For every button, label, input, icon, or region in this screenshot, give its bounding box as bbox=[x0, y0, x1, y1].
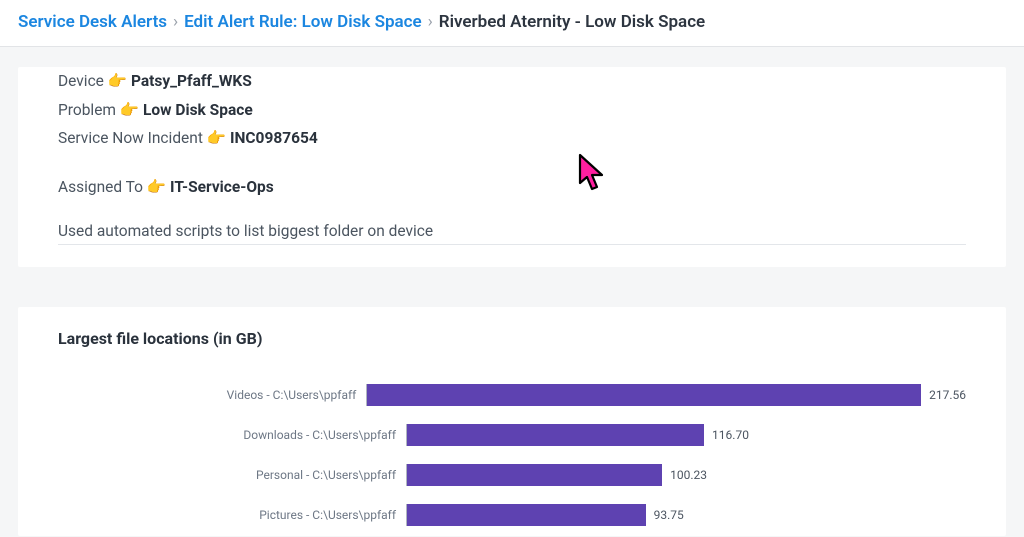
breadcrumb-l3: Riverbed Aternity - Low Disk Space bbox=[439, 12, 705, 32]
bar-track: 217.56 bbox=[366, 384, 966, 406]
detail-assigned: Assigned To 👉 IT-Service-Ops bbox=[58, 173, 966, 202]
bar-label: Videos - C:\Users\ppfaff bbox=[58, 388, 366, 402]
bar-row: Videos - C:\Users\ppfaff 217.56 bbox=[58, 384, 966, 406]
detail-problem-value: Low Disk Space bbox=[143, 101, 253, 119]
pointing-hand-icon: 👉 bbox=[207, 124, 226, 153]
detail-incident-label: Service Now Incident bbox=[58, 129, 203, 147]
chart-title: Largest file locations (in GB) bbox=[58, 329, 966, 348]
bar-track: 100.23 bbox=[406, 464, 966, 486]
chart-area: Videos - C:\Users\ppfaff 217.56 Downloads … bbox=[58, 376, 966, 526]
detail-device-value: Patsy_Pfaff_WKS bbox=[131, 72, 252, 90]
pointing-hand-icon: 👉 bbox=[120, 96, 139, 125]
bar-track: 116.70 bbox=[406, 424, 966, 446]
bar-label: Pictures - C:\Users\ppfaff bbox=[58, 508, 406, 522]
pointing-hand-icon: 👉 bbox=[108, 67, 127, 96]
divider bbox=[58, 244, 966, 245]
chart-card: Largest file locations (in GB) Videos - … bbox=[18, 307, 1006, 536]
bar-fill bbox=[407, 504, 646, 526]
bar-label: Downloads - C:\Users\ppfaff bbox=[58, 428, 406, 442]
bar-fill bbox=[367, 384, 921, 406]
bar-value: 217.56 bbox=[929, 388, 966, 402]
bar-fill bbox=[407, 464, 662, 486]
bar-value: 116.70 bbox=[712, 428, 749, 442]
detail-assigned-label: Assigned To bbox=[58, 178, 143, 196]
content-panel: Device 👉 Patsy_Pfaff_WKS Problem 👉 Low D… bbox=[0, 47, 1024, 536]
breadcrumb: Service Desk Alerts › Edit Alert Rule: L… bbox=[0, 0, 1024, 47]
pointing-hand-icon: 👉 bbox=[147, 173, 166, 202]
bar-fill bbox=[407, 424, 704, 446]
breadcrumb-l2[interactable]: Edit Alert Rule: Low Disk Space bbox=[184, 12, 422, 32]
bar-value: 93.75 bbox=[654, 508, 684, 522]
detail-problem-label: Problem bbox=[58, 101, 116, 119]
bar-row: Pictures - C:\Users\ppfaff 93.75 bbox=[58, 504, 966, 526]
chevron-right-icon: › bbox=[173, 12, 178, 32]
detail-note: Used automated scripts to list biggest f… bbox=[58, 222, 966, 244]
detail-problem: Problem 👉 Low Disk Space bbox=[58, 96, 966, 125]
bar-track: 93.75 bbox=[406, 504, 966, 526]
detail-device: Device 👉 Patsy_Pfaff_WKS bbox=[58, 67, 966, 96]
breadcrumb-l1[interactable]: Service Desk Alerts bbox=[18, 12, 167, 32]
detail-device-label: Device bbox=[58, 72, 104, 90]
bar-row: Personal - C:\Users\ppfaff 100.23 bbox=[58, 464, 966, 486]
detail-incident: Service Now Incident 👉 INC0987654 bbox=[58, 124, 966, 153]
details-card: Device 👉 Patsy_Pfaff_WKS Problem 👉 Low D… bbox=[18, 67, 1006, 267]
bar-row: Downloads - C:\Users\ppfaff 116.70 bbox=[58, 424, 966, 446]
chevron-right-icon: › bbox=[428, 12, 433, 32]
detail-incident-value: INC0987654 bbox=[230, 129, 318, 147]
bar-label: Personal - C:\Users\ppfaff bbox=[58, 468, 406, 482]
detail-assigned-value: IT-Service-Ops bbox=[170, 178, 274, 196]
bar-value: 100.23 bbox=[670, 468, 707, 482]
